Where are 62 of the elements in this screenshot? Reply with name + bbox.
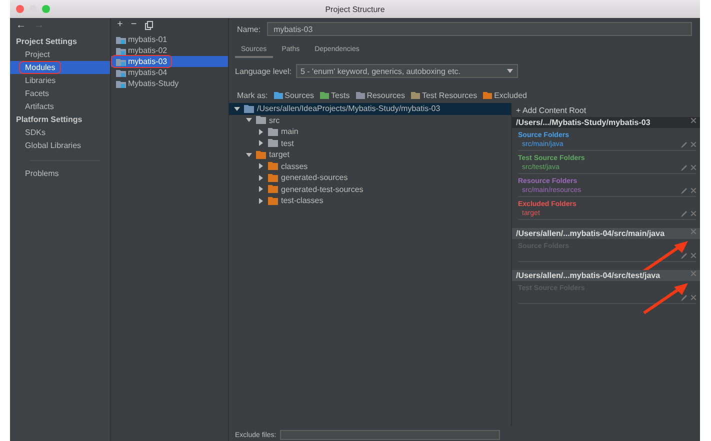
mark-button[interactable]: Resources — [356, 91, 405, 100]
sidebar-item[interactable]: Artifacts — [10, 100, 110, 113]
module-item[interactable]: Mybatis-Study — [111, 78, 228, 89]
name-label: Name: — [237, 24, 261, 34]
mark-button[interactable]: Test Resources — [410, 91, 478, 100]
language-level-dropdown[interactable]: 5 - 'enum' keyword, generics, autoboxing etc. — [296, 64, 518, 78]
pencil-icon[interactable] — [681, 142, 687, 148]
exclude-files-field[interactable] — [280, 430, 500, 440]
mark-button[interactable]: Excluded — [483, 91, 528, 100]
tree-row[interactable]: generated-test-sources — [229, 184, 511, 195]
tree-row[interactable]: classes — [229, 160, 511, 172]
module-folder-icon — [116, 58, 126, 66]
module-folder-icon — [116, 46, 126, 54]
close-icon[interactable] — [691, 188, 696, 193]
remove-button[interactable]: − — [130, 20, 137, 30]
tree-row[interactable]: src — [229, 114, 511, 126]
close-button[interactable] — [16, 5, 24, 13]
mark-button[interactable]: Sources — [274, 91, 314, 100]
module-folder-icon — [116, 68, 126, 76]
sidebar-item[interactable]: Project — [10, 48, 110, 61]
tree-row[interactable]: target — [229, 149, 511, 160]
caret-icon — [506, 69, 512, 73]
section-heading: Platform Settings — [15, 114, 84, 126]
pencil-icon[interactable] — [681, 188, 687, 194]
content-root-header[interactable]: /Users/.../Mybatis-Study/mybatis-03 — [512, 117, 700, 128]
expanded-arrow-icon[interactable] — [245, 152, 253, 158]
pencil-icon[interactable] — [681, 210, 687, 216]
module-folder-icon — [116, 36, 126, 44]
sidebar-item[interactable]: Libraries — [10, 74, 110, 87]
sidebar-item[interactable]: Problems — [10, 167, 110, 180]
name-field[interactable]: mybatis-03 — [266, 22, 692, 36]
close-icon[interactable] — [691, 118, 696, 123]
module-item[interactable]: mybatis-01 — [111, 34, 228, 45]
back-button[interactable]: ← — [16, 20, 26, 31]
mark-button[interactable]: Tests — [320, 91, 350, 100]
pencil-icon[interactable] — [681, 164, 687, 170]
module-item[interactable]: mybatis-02 — [111, 45, 228, 56]
sidebar-item[interactable]: Modules — [10, 61, 110, 74]
section-heading: Project Settings — [15, 36, 78, 48]
close-icon[interactable] — [691, 211, 696, 216]
window-title: Project Structure — [325, 4, 385, 14]
sidebar-item[interactable]: SDKs — [10, 126, 110, 139]
close-icon[interactable] — [691, 142, 696, 147]
close-icon[interactable] — [691, 165, 696, 170]
add-button[interactable]: + — [117, 20, 123, 30]
close-icon[interactable] — [691, 253, 696, 258]
mark-as-label: Mark as: — [237, 91, 268, 100]
tree-row[interactable]: test-classes — [229, 195, 511, 206]
module-folder-icon — [116, 80, 126, 88]
tree-row[interactable]: test — [229, 138, 511, 149]
add-content-root-button[interactable]: + Add Content Root — [512, 104, 700, 117]
language-level-label: Language level: — [235, 66, 292, 76]
close-icon[interactable] — [691, 295, 696, 300]
module-item[interactable]: mybatis-04 — [111, 67, 228, 78]
module-item[interactable]: mybatis-03 — [111, 56, 228, 67]
tree-row[interactable]: /Users/allen/IdeaProjects/Mybatis-Study/mybatis-03 — [229, 103, 511, 114]
copy-icon[interactable] — [144, 20, 153, 30]
zoom-button[interactable] — [42, 5, 50, 13]
tree-row[interactable]: generated-sources — [229, 172, 511, 184]
sidebar-item[interactable]: Facets — [10, 87, 110, 100]
tree-row[interactable]: main — [229, 126, 511, 138]
sidebar-item[interactable]: Global Libraries — [10, 139, 110, 152]
